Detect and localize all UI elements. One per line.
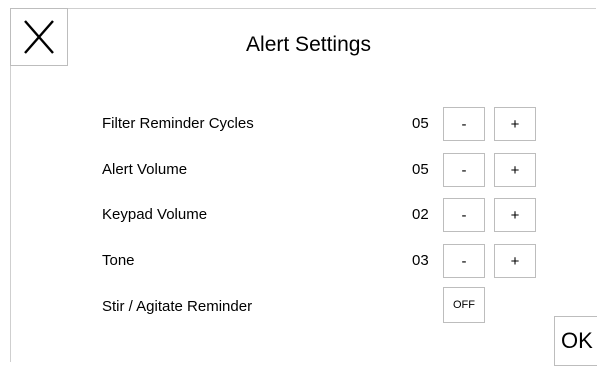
setting-row-alert-volume: Alert Volume 05 - + xyxy=(0,153,597,187)
setting-row-stir-agitate-reminder: Stir / Agitate Reminder OFF xyxy=(0,287,597,323)
decrement-button[interactable]: - xyxy=(443,107,485,141)
setting-label: Stir / Agitate Reminder xyxy=(102,298,253,315)
setting-label: Keypad Volume xyxy=(102,206,208,223)
setting-value: 05 xyxy=(412,115,429,132)
increment-button[interactable]: + xyxy=(494,153,536,187)
increment-button[interactable]: + xyxy=(494,198,536,232)
setting-label: Filter Reminder Cycles xyxy=(102,115,254,132)
setting-label: Tone xyxy=(102,252,135,269)
decrement-button[interactable]: - xyxy=(443,244,485,278)
stir-reminder-toggle[interactable]: OFF xyxy=(443,287,485,323)
setting-value: 03 xyxy=(412,252,429,269)
increment-button[interactable]: + xyxy=(494,244,536,278)
increment-button[interactable]: + xyxy=(494,107,536,141)
setting-value: 02 xyxy=(412,206,429,223)
setting-label: Alert Volume xyxy=(102,161,188,178)
page-title: Alert Settings xyxy=(246,33,371,56)
setting-row-tone: Tone 03 - + xyxy=(0,244,597,278)
setting-value: 05 xyxy=(412,161,429,178)
decrement-button[interactable]: - xyxy=(443,153,485,187)
setting-row-keypad-volume: Keypad Volume 02 - + xyxy=(0,198,597,232)
ok-button[interactable]: OK xyxy=(554,316,597,366)
setting-row-filter-reminder-cycles: Filter Reminder Cycles 05 - + xyxy=(0,107,597,141)
decrement-button[interactable]: - xyxy=(443,198,485,232)
